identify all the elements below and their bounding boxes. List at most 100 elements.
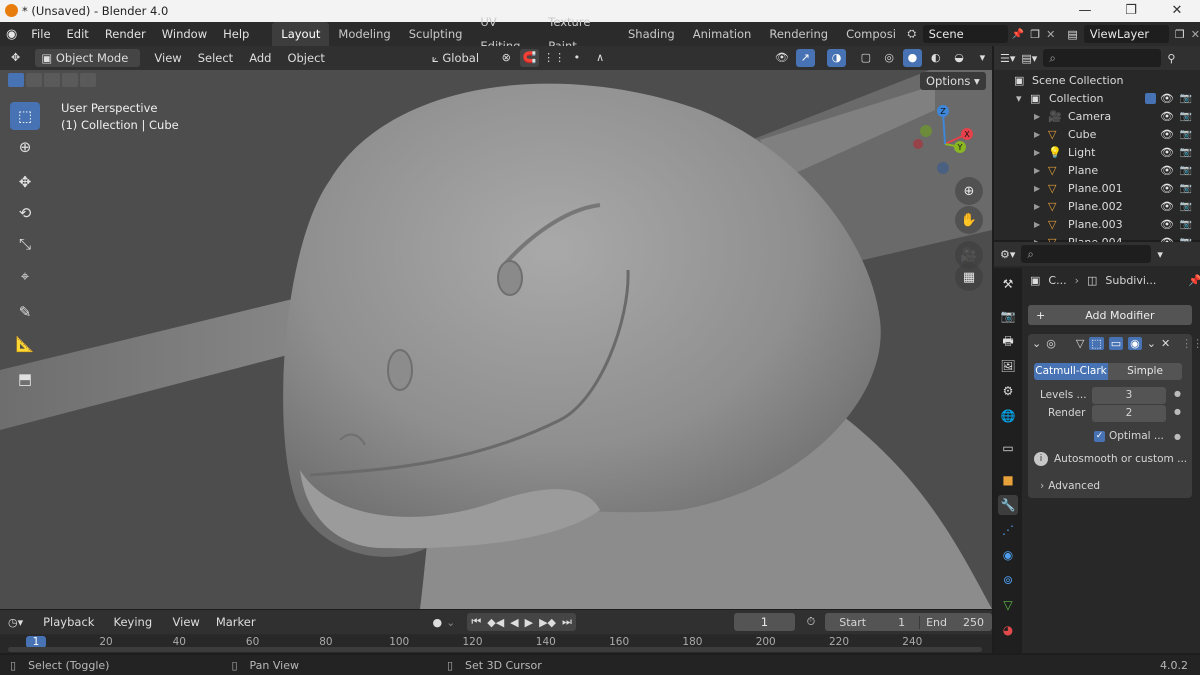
tab-sculpting[interactable]: Sculpting <box>400 22 472 46</box>
tab-rendering[interactable]: Rendering <box>760 22 837 46</box>
expand-item-icon[interactable]: ▶ <box>1034 198 1040 216</box>
eye-icon[interactable]: 👁 <box>1160 162 1174 180</box>
outliner-item[interactable]: ▶ 💡 Light 👁 📷 <box>994 144 1200 162</box>
menu-edit[interactable]: Edit <box>59 22 97 46</box>
record-options-icon[interactable]: ⌄ <box>446 616 455 629</box>
playback-menu[interactable]: Playback ▾ <box>37 613 103 647</box>
render-levels-field[interactable]: 2 <box>1092 405 1166 422</box>
jump-end-icon[interactable]: ⏭ <box>562 615 572 629</box>
outliner-item[interactable]: ▶ ▽ Plane.003 👁 📷 <box>994 216 1200 234</box>
pan-hand-icon[interactable]: ✋ <box>955 206 983 234</box>
navigation-gizmo[interactable]: Z X Y <box>905 104 985 184</box>
select-box-tool[interactable]: ⬚ <box>10 102 40 130</box>
display-mode-icon[interactable]: ▤▾ <box>1021 52 1037 65</box>
select-extend-icon[interactable] <box>26 73 42 87</box>
expand-item-icon[interactable]: ▶ <box>1034 162 1040 180</box>
camera-render-icon[interactable]: 📷 <box>1180 216 1192 234</box>
menu-view[interactable]: View <box>148 49 187 67</box>
constraints-tab-icon[interactable]: ⊚ <box>998 570 1018 590</box>
pin-scene-icon[interactable]: 📌 <box>1012 29 1024 40</box>
expand-item-icon[interactable]: ▶ <box>1034 216 1040 234</box>
expand-item-icon[interactable]: ▶ <box>1034 180 1040 198</box>
view-layer-field[interactable]: ViewLayer <box>1083 25 1169 43</box>
menu-object[interactable]: Object <box>281 49 330 67</box>
timeline-editor-icon[interactable]: ◷▾ <box>8 616 23 629</box>
properties-search-input[interactable]: ⌕ <box>1021 245 1152 263</box>
select-intersect-icon[interactable] <box>80 73 96 87</box>
expand-item-icon[interactable]: ▶ <box>1034 108 1040 126</box>
new-scene-icon[interactable]: ❐ <box>1030 28 1040 41</box>
physics-tab-icon[interactable]: ◉ <box>998 545 1018 565</box>
select-invert-icon[interactable] <box>62 73 78 87</box>
levels-keyframe-icon[interactable]: ● <box>1174 389 1181 398</box>
timeline-ruler[interactable]: 1 20 40 60 80 100 120 140 160 180 200 220 240 <box>0 635 992 653</box>
properties-editor-icon[interactable]: ⚙▾ <box>1000 248 1015 261</box>
menu-window[interactable]: Window <box>154 22 215 46</box>
menu-file[interactable]: File <box>23 22 58 46</box>
outliner-item[interactable]: ▶ ▽ Plane.002 👁 📷 <box>994 198 1200 216</box>
camera-render-icon[interactable]: 📷 <box>1180 144 1192 162</box>
render-keyframe-icon[interactable]: ● <box>1174 407 1181 416</box>
viewport-toggle-icon[interactable]: ▭ <box>1108 337 1124 350</box>
camera-render-icon[interactable]: 📷 <box>1180 108 1192 126</box>
menu-help[interactable]: Help <box>215 22 257 46</box>
particles-tab-icon[interactable]: ⋰ <box>998 520 1018 540</box>
jump-start-icon[interactable]: ⏮ <box>471 615 481 629</box>
add-cube-tool[interactable]: ⬒ <box>10 365 40 393</box>
eye-icon[interactable]: 👁 <box>1160 108 1174 126</box>
eye-icon[interactable]: 👁 <box>1160 126 1174 144</box>
pin-icon[interactable]: 📌 <box>1188 274 1200 287</box>
timeline-scrollbar[interactable] <box>8 647 982 652</box>
solid-shading-icon[interactable]: ● <box>902 49 923 67</box>
tab-compositing[interactable]: Compositing <box>837 22 895 46</box>
optimal-keyframe-icon[interactable]: ● <box>1174 432 1181 441</box>
pivot-point-icon[interactable]: ⊗ <box>497 49 516 67</box>
gizmo-toggle-icon[interactable]: ↗ <box>795 49 815 67</box>
new-view-layer-icon[interactable]: ❐ <box>1175 28 1185 41</box>
camera-render-icon[interactable]: 📷 <box>1180 90 1192 108</box>
scene-tab-icon[interactable]: ⚙ <box>998 381 1018 401</box>
remove-scene-icon[interactable]: ✕ <box>1046 28 1055 41</box>
snap-target-icon[interactable]: ⋮⋮ <box>543 49 565 67</box>
render-toggle-icon[interactable]: ◉ <box>1128 337 1142 350</box>
start-frame-field[interactable]: 1 <box>872 616 919 629</box>
annotate-tool[interactable]: ✎ <box>10 298 40 326</box>
delete-modifier-icon[interactable]: ✕ <box>1161 337 1170 350</box>
scene-collection-row[interactable]: ▣ Scene Collection <box>994 72 1200 90</box>
transform-orientation-dropdown[interactable]: ⟀ Global ▾ <box>426 49 493 83</box>
add-modifier-button[interactable]: + Add Modifier <box>1028 305 1192 325</box>
camera-render-icon[interactable]: 📷 <box>1180 198 1192 216</box>
object-mode-dropdown[interactable]: ▣ Object Mode ▾ <box>35 49 141 83</box>
expand-item-icon[interactable]: ▶ <box>1034 144 1040 162</box>
expand-item-icon[interactable]: ▶ <box>1034 126 1040 144</box>
editor-type-icon[interactable]: ✥ <box>6 49 25 67</box>
menu-render[interactable]: Render <box>97 22 154 46</box>
scene-name-field[interactable]: Scene <box>922 25 1008 43</box>
timeline-view-menu[interactable]: View <box>167 613 206 631</box>
camera-render-icon[interactable]: 📷 <box>1180 180 1192 198</box>
editmode-toggle-icon[interactable]: ⬚ <box>1089 337 1104 350</box>
overlays-toggle-icon[interactable]: ◑ <box>826 49 847 67</box>
view-layer-icon[interactable]: ▤ <box>1067 28 1077 41</box>
stopwatch-icon[interactable]: ⏱ <box>807 615 816 629</box>
zoom-icon[interactable]: ⊕ <box>955 177 983 205</box>
world-tab-icon[interactable]: 🌐 <box>998 406 1018 426</box>
tab-animation[interactable]: Animation <box>684 22 761 46</box>
outliner-item[interactable]: ▶ 🎥 Camera 👁 📷 <box>994 108 1200 126</box>
maximize-button[interactable]: ❐ <box>1108 0 1154 22</box>
outliner-item[interactable]: ▶ ▽ Plane 👁 📷 <box>994 162 1200 180</box>
3d-viewport[interactable]: User Perspective (1) Collection | Cube O… <box>0 70 992 609</box>
optimal-display-checkbox[interactable]: ✓ Optimal ... <box>1094 430 1164 442</box>
visibility-icon[interactable]: 👁 <box>772 49 791 67</box>
collapse-modifier-icon[interactable]: ⌄ <box>1032 337 1041 350</box>
expand-collection-icon[interactable]: ▾ <box>1016 90 1022 108</box>
menu-select[interactable]: Select <box>192 49 239 67</box>
blender-menu-icon[interactable]: ◉ <box>0 27 23 42</box>
eye-icon[interactable]: 👁 <box>1160 90 1174 108</box>
select-subtract-icon[interactable] <box>44 73 60 87</box>
catmull-clark-button[interactable]: Catmull-Clark <box>1034 363 1108 380</box>
record-icon[interactable]: ● <box>433 616 443 629</box>
falloff-icon[interactable]: ∧ <box>590 49 609 67</box>
move-tool[interactable]: ✥ <box>10 168 40 196</box>
cursor-tool[interactable]: ⊕ <box>10 133 40 161</box>
